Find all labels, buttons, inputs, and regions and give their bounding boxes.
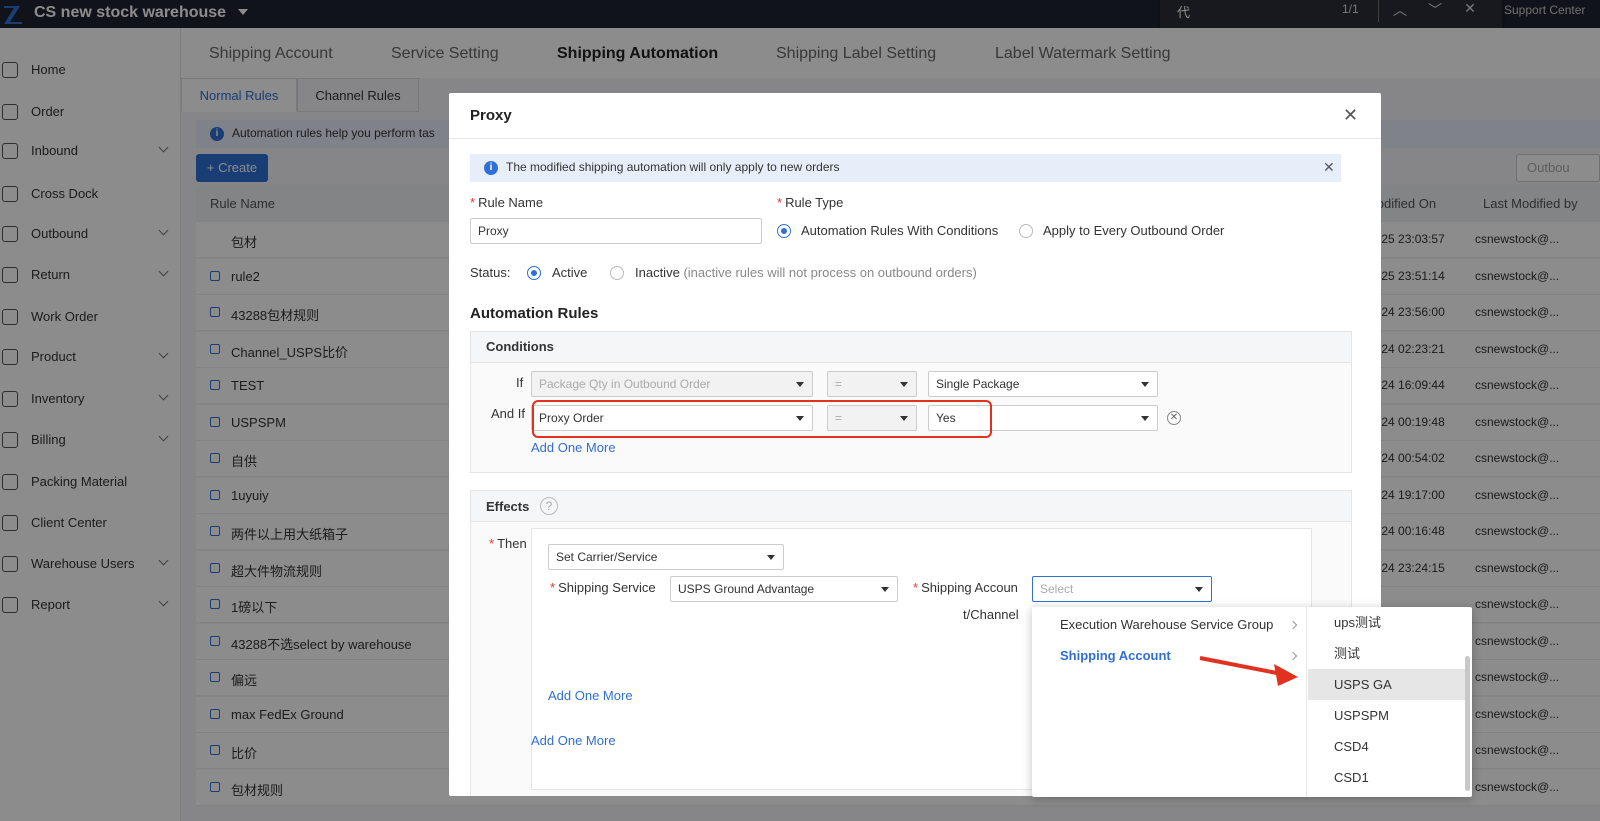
add-effect-inner-link[interactable]: Add One More <box>548 688 633 703</box>
effect-action-select[interactable]: Set Carrier/Service <box>548 544 784 570</box>
shipping-account-option[interactable]: CSD4 <box>1308 731 1466 762</box>
add-condition-link[interactable]: Add One More <box>531 440 616 455</box>
shipping-account-option[interactable]: 测试 <box>1308 638 1466 669</box>
then-label: * Then <box>489 536 527 551</box>
status-inactive-label[interactable]: Inactive (inactive rules will not proces… <box>635 265 977 280</box>
dialog-title: Proxy <box>470 107 512 124</box>
condition-1-field-select[interactable]: Package Qty in Outbound Order <box>531 371 813 397</box>
close-icon[interactable]: ✕ <box>1343 105 1358 126</box>
help-icon[interactable]: ? <box>540 497 558 515</box>
condition-1-value-select[interactable]: Single Package <box>928 371 1158 397</box>
status-active-radio[interactable] <box>527 266 541 280</box>
shipping-account-select[interactable]: Select <box>1032 576 1212 602</box>
shipping-account-label: * Shipping Accoun <box>913 580 1018 595</box>
shipping-service-select[interactable]: USPS Ground Advantage <box>670 576 898 602</box>
group-shipping-account[interactable]: Shipping Account <box>1060 648 1171 663</box>
close-icon[interactable]: ✕ <box>1323 159 1335 176</box>
shipping-service-label: * Shipping Service <box>550 580 656 595</box>
shipping-account-option[interactable]: ups测试 <box>1308 607 1466 638</box>
status-active-label[interactable]: Active <box>552 265 587 280</box>
shipping-account-label-cont: t/Channel <box>963 607 1019 622</box>
status-inactive-radio[interactable] <box>610 266 624 280</box>
rule-name-input[interactable]: Proxy <box>470 218 762 244</box>
automation-rules-title: Automation Rules <box>470 305 599 322</box>
scrollbar[interactable] <box>1465 656 1470 791</box>
and-if-label: And If <box>491 406 525 421</box>
rule-type-every-order-label[interactable]: Apply to Every Outbound Order <box>1043 223 1224 238</box>
status-label: Status: <box>470 265 511 280</box>
shipping-account-option[interactable]: USPSPM <box>1308 700 1466 731</box>
info-icon: i <box>484 161 498 175</box>
rule-type-conditions-label[interactable]: Automation Rules With Conditions <box>801 223 998 238</box>
highlight-annotation <box>532 400 992 438</box>
group-execution-warehouse[interactable]: Execution Warehouse Service Group <box>1060 617 1273 632</box>
condition-1-operator-select[interactable]: = <box>827 371 917 397</box>
notice-text: The modified shipping automation will on… <box>506 160 840 174</box>
if-label: If <box>516 375 524 390</box>
add-effect-outer-link[interactable]: Add One More <box>531 733 616 748</box>
effects-title: Effects <box>486 499 530 514</box>
conditions-title: Conditions <box>486 339 554 354</box>
shipping-account-option[interactable]: USPS GA <box>1308 669 1466 700</box>
effects-header <box>471 491 1351 522</box>
rule-type-conditions-radio[interactable] <box>777 224 791 238</box>
remove-condition-icon[interactable]: ✕ <box>1167 411 1181 425</box>
rule-name-label: * Rule Name <box>470 195 544 210</box>
notice-banner: i The modified shipping automation will … <box>470 154 1341 182</box>
cascader-group-column <box>1032 607 1307 797</box>
rule-type-every-order-radio[interactable] <box>1019 224 1033 238</box>
divider <box>449 138 1381 139</box>
conditions-header <box>471 332 1351 363</box>
shipping-account-cascader: Execution Warehouse Service Group Shippi… <box>1032 607 1472 797</box>
rule-type-label: * Rule Type <box>777 195 844 210</box>
shipping-account-option[interactable]: CSD1 <box>1308 762 1466 793</box>
